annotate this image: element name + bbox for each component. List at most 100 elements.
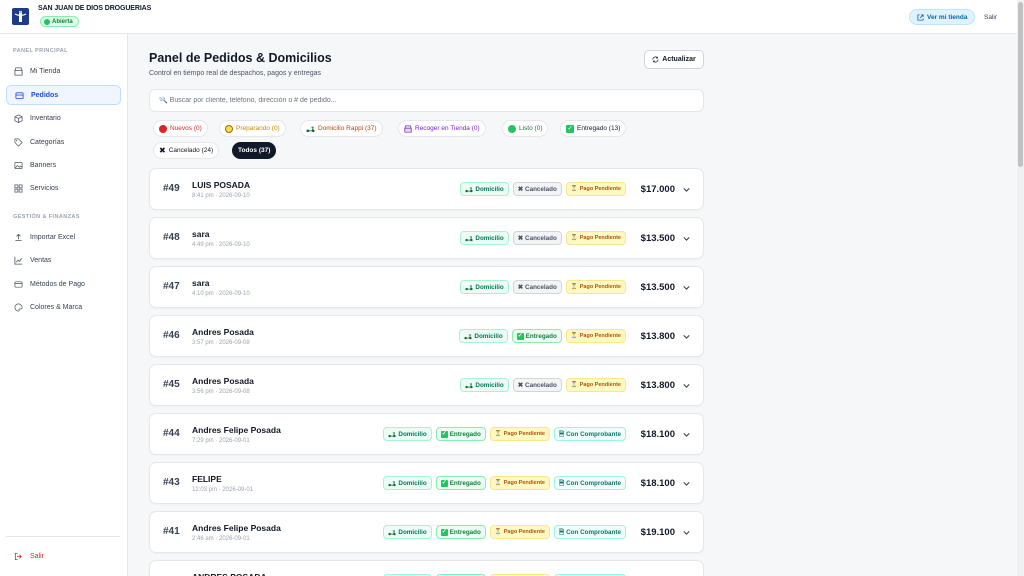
- order-total: $18.100: [640, 428, 675, 440]
- sidebar-item-inventario[interactable]: Inventario: [6, 108, 121, 128]
- chevron-down-icon[interactable]: [681, 184, 692, 195]
- delivery-badge: Domicilio: [460, 182, 509, 196]
- order-timestamp: 12:03 pm · 2026-09-01: [192, 487, 254, 493]
- chevron-down-icon[interactable]: [681, 282, 692, 293]
- refresh-button[interactable]: Actualizar: [644, 50, 704, 69]
- box-icon: [14, 113, 23, 123]
- search-bar[interactable]: [149, 89, 704, 112]
- status-badge-cancelado: ✖ Cancelado: [512, 378, 562, 392]
- external-link-icon: [917, 13, 924, 21]
- filter-entregado[interactable]: ✓ Entregado (13): [560, 120, 627, 137]
- delivery-badge: Domicilio: [460, 231, 509, 245]
- order-meta: Domicilio ✖ Cancelado ⏳ Pago Pendiente $17.00…: [460, 169, 692, 209]
- scrollbar-thumb[interactable]: [1018, 2, 1023, 167]
- filter-preparando[interactable]: Preparando (0): [219, 120, 286, 137]
- sidebar-item-label: Banners: [30, 161, 57, 169]
- chevron-down-icon[interactable]: [681, 331, 692, 342]
- order-customer: ANDRES POSADA: [192, 572, 267, 576]
- status-badge-entregado: ✓Entregado: [435, 525, 486, 539]
- scooter-icon: [465, 383, 473, 388]
- sidebar-item-metodos-pago[interactable]: Métodos de Pago: [6, 274, 121, 294]
- refresh-icon: [652, 56, 659, 63]
- filter-todos[interactable]: Todos (37): [232, 142, 277, 159]
- header-logout-button[interactable]: Salir: [979, 9, 1002, 25]
- store-icon: [404, 124, 412, 133]
- filter-listo[interactable]: Listo (0): [502, 120, 549, 137]
- order-number: #46: [163, 330, 180, 341]
- sidebar-item-servicios[interactable]: Servicios: [6, 178, 121, 198]
- payment-pending-badge: ⏳Pago Pendiente: [565, 280, 626, 294]
- chevron-down-icon[interactable]: [681, 380, 692, 391]
- chevron-down-icon[interactable]: [681, 527, 692, 538]
- filter-nuevos[interactable]: Nuevos (0): [153, 120, 208, 137]
- delivery-label: Domicilio: [398, 528, 427, 536]
- sidebar-item-mi-tienda[interactable]: Mi Tienda: [6, 61, 121, 81]
- sidebar-item-label: Inventario: [30, 114, 61, 122]
- payment-label: Pago Pendiente: [579, 284, 621, 290]
- payment-label: Pago Pendiente: [579, 333, 621, 339]
- filter-label: Cancelado (24): [168, 147, 214, 154]
- chevron-down-icon[interactable]: [681, 233, 692, 244]
- receipt-badge: 🗎Con Comprobante: [554, 427, 626, 441]
- view-store-button[interactable]: Ver mi tienda: [909, 9, 976, 25]
- check-icon: ✓: [516, 332, 524, 340]
- order-card[interactable]: #47 sara 4:10 pm · 2026-09-10 Domicilio ✖ Can…: [149, 266, 704, 308]
- receipt-label: Con Comprobante: [566, 430, 621, 438]
- order-total: $19.100: [640, 526, 675, 538]
- sidebar-item-label: Métodos de Pago: [30, 280, 85, 288]
- receipt-label: Con Comprobante: [566, 479, 621, 487]
- filter-domicilio-rappi[interactable]: Domicilio Rappi (37): [300, 120, 383, 137]
- sidebar-item-colores-marca[interactable]: Colores & Marca: [6, 297, 121, 317]
- filter-recoger-tienda[interactable]: Recoger en Tienda (0): [398, 120, 486, 137]
- sidebar-item-importar-excel[interactable]: Importar Excel: [6, 227, 121, 247]
- store-icon: [14, 66, 23, 76]
- card-icon: [14, 280, 23, 288]
- order-card[interactable]: #43 FELIPE 12:03 pm · 2026-09-01 Domicilio ✓…: [149, 462, 704, 504]
- image-icon: [14, 161, 23, 169]
- sidebar-section-management: GESTIÓN & FINANZAS: [13, 214, 80, 220]
- search-input[interactable]: [159, 97, 659, 104]
- status-badge-entregado: ✓Entregado: [435, 476, 486, 490]
- sidebar-item-ventas[interactable]: Ventas: [6, 250, 121, 270]
- order-total: $13.500: [640, 232, 675, 244]
- grid-icon: [14, 184, 23, 192]
- logout-icon: [14, 552, 22, 560]
- sidebar-item-banners[interactable]: Banners: [6, 155, 121, 175]
- page-scrollbar[interactable]: [1017, 0, 1024, 576]
- delivery-label: Domicilio: [475, 381, 504, 389]
- chevron-down-icon[interactable]: [681, 478, 692, 489]
- status-label: Cancelado: [525, 381, 557, 389]
- order-card[interactable]: #41 Andres Felipe Posada 2:46 am · 2026-09…: [149, 511, 704, 553]
- status-badge-cancelado: ✖ Cancelado: [512, 280, 562, 294]
- sidebar-item-pedidos[interactable]: Pedidos: [6, 85, 121, 105]
- delivery-badge: Domicilio: [383, 427, 432, 441]
- filter-cancelado[interactable]: ✖ Cancelado (24): [153, 142, 220, 159]
- order-card[interactable]: #48 sara 4:49 pm · 2026-09-10 Domicilio ✖ Can…: [149, 217, 704, 259]
- x-icon: ✖: [517, 185, 524, 193]
- green-circle-icon: [508, 124, 516, 133]
- delivery-label: Domicilio: [475, 283, 504, 291]
- order-number: #48: [163, 232, 180, 243]
- order-card[interactable]: #44 Andres Felipe Posada 7:29 pm · 2026-09…: [149, 413, 704, 455]
- order-meta: Domicilio✓Entregado⏳Pago Pendiente🗎Con C…: [383, 463, 692, 503]
- order-card[interactable]: ANDRES POSADA Domicilio✓Entregado⏳Pago Pe…: [149, 560, 704, 576]
- sidebar-item-label: Colores & Marca: [30, 303, 83, 311]
- chart-icon: [14, 256, 23, 265]
- payment-pending-badge: ⏳Pago Pendiente: [565, 231, 626, 245]
- order-meta: Domicilio✓Entregado⏳Pago Pendiente🗎Con C…: [383, 561, 692, 576]
- status-badge-cancelado: ✖ Cancelado: [512, 182, 562, 196]
- order-card[interactable]: #46 Andres Posada 3:57 pm · 2026-09-08 Domi…: [149, 315, 704, 357]
- hourglass-icon: ⏳: [494, 529, 502, 535]
- receipt-icon: 🗎: [559, 430, 565, 438]
- chevron-down-icon[interactable]: [681, 429, 692, 440]
- delivery-badge: Domicilio: [460, 280, 509, 294]
- store-status-label: Abierta: [52, 18, 73, 25]
- sidebar-item-categorias[interactable]: Categorías: [6, 132, 121, 152]
- order-card[interactable]: #45 Andres Posada 3:56 pm · 2026-09-08 Domi…: [149, 364, 704, 406]
- scooter-icon: [465, 236, 473, 241]
- sidebar-logout-button[interactable]: Salir: [6, 546, 121, 566]
- order-meta: Domicilio ✓ Entregado ⏳ Pago Pendiente $13.80…: [459, 316, 692, 356]
- top-bar: SAN JUAN DE DIOS DROGUERIAS Abierta Ver …: [0, 0, 1017, 34]
- order-card[interactable]: #49 LUIS POSADA 8:41 pm · 2026-09-10 Domici…: [149, 168, 704, 210]
- status-badge-cancelado: ✖ Cancelado: [512, 231, 562, 245]
